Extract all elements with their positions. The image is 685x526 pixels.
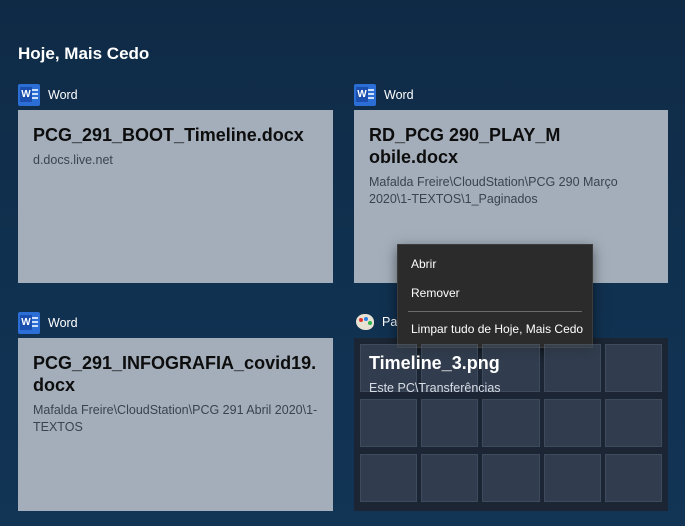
card-2-title: RD_PCG 290_PLAY_Mobile.docx [369, 125, 561, 167]
card-2-path: Mafalda Freire\CloudStation\PCG 290 Març… [369, 175, 618, 206]
menu-separator [408, 311, 582, 312]
card-4-app-name: Pa [382, 315, 398, 329]
section-title: Hoje, Mais Cedo [18, 44, 150, 63]
card-4-path: Este PC\Transferências [369, 381, 501, 395]
card-1-title: PCG_291_BOOT_Timeline.docx [33, 125, 304, 145]
card-3-title: PCG_291_INFOGRAFIA_covid19.docx [33, 353, 317, 395]
card-1-path: d.docs.live.net [33, 153, 113, 167]
context-menu: Abrir Remover Limpar tudo de Hoje, Mais … [397, 244, 593, 348]
card-4-title: Timeline_3.png [369, 353, 500, 373]
activity-card-1[interactable]: PCG_291_BOOT_Timeline.docx d.docs.live.n… [18, 110, 333, 283]
activity-card-4[interactable]: Timeline_3.png Este PC\Transferências [354, 338, 668, 511]
menu-item-open[interactable]: Abrir [411, 257, 436, 271]
card-1-app-name: Word [48, 88, 78, 102]
card-2-app-label: W Word [354, 84, 414, 106]
card-1-app-label: W Word [18, 84, 78, 106]
menu-item-remove[interactable]: Remover [411, 286, 460, 300]
card-3-app-label: W Word [18, 312, 78, 334]
word-icon: W [18, 312, 40, 334]
card-2-app-name: Word [384, 88, 414, 102]
paint-icon [356, 314, 374, 330]
card-3-app-name: Word [48, 316, 78, 330]
card-4-app-label: Pa [356, 314, 397, 330]
word-icon: W [354, 84, 376, 106]
menu-item-clear-all[interactable]: Limpar tudo de Hoje, Mais Cedo [411, 322, 583, 336]
word-icon: W [18, 84, 40, 106]
card-3-path: Mafalda Freire\CloudStation\PCG 291 Abri… [33, 403, 318, 434]
activity-card-3[interactable]: PCG_291_INFOGRAFIA_covid19.docx Mafalda … [18, 338, 333, 511]
